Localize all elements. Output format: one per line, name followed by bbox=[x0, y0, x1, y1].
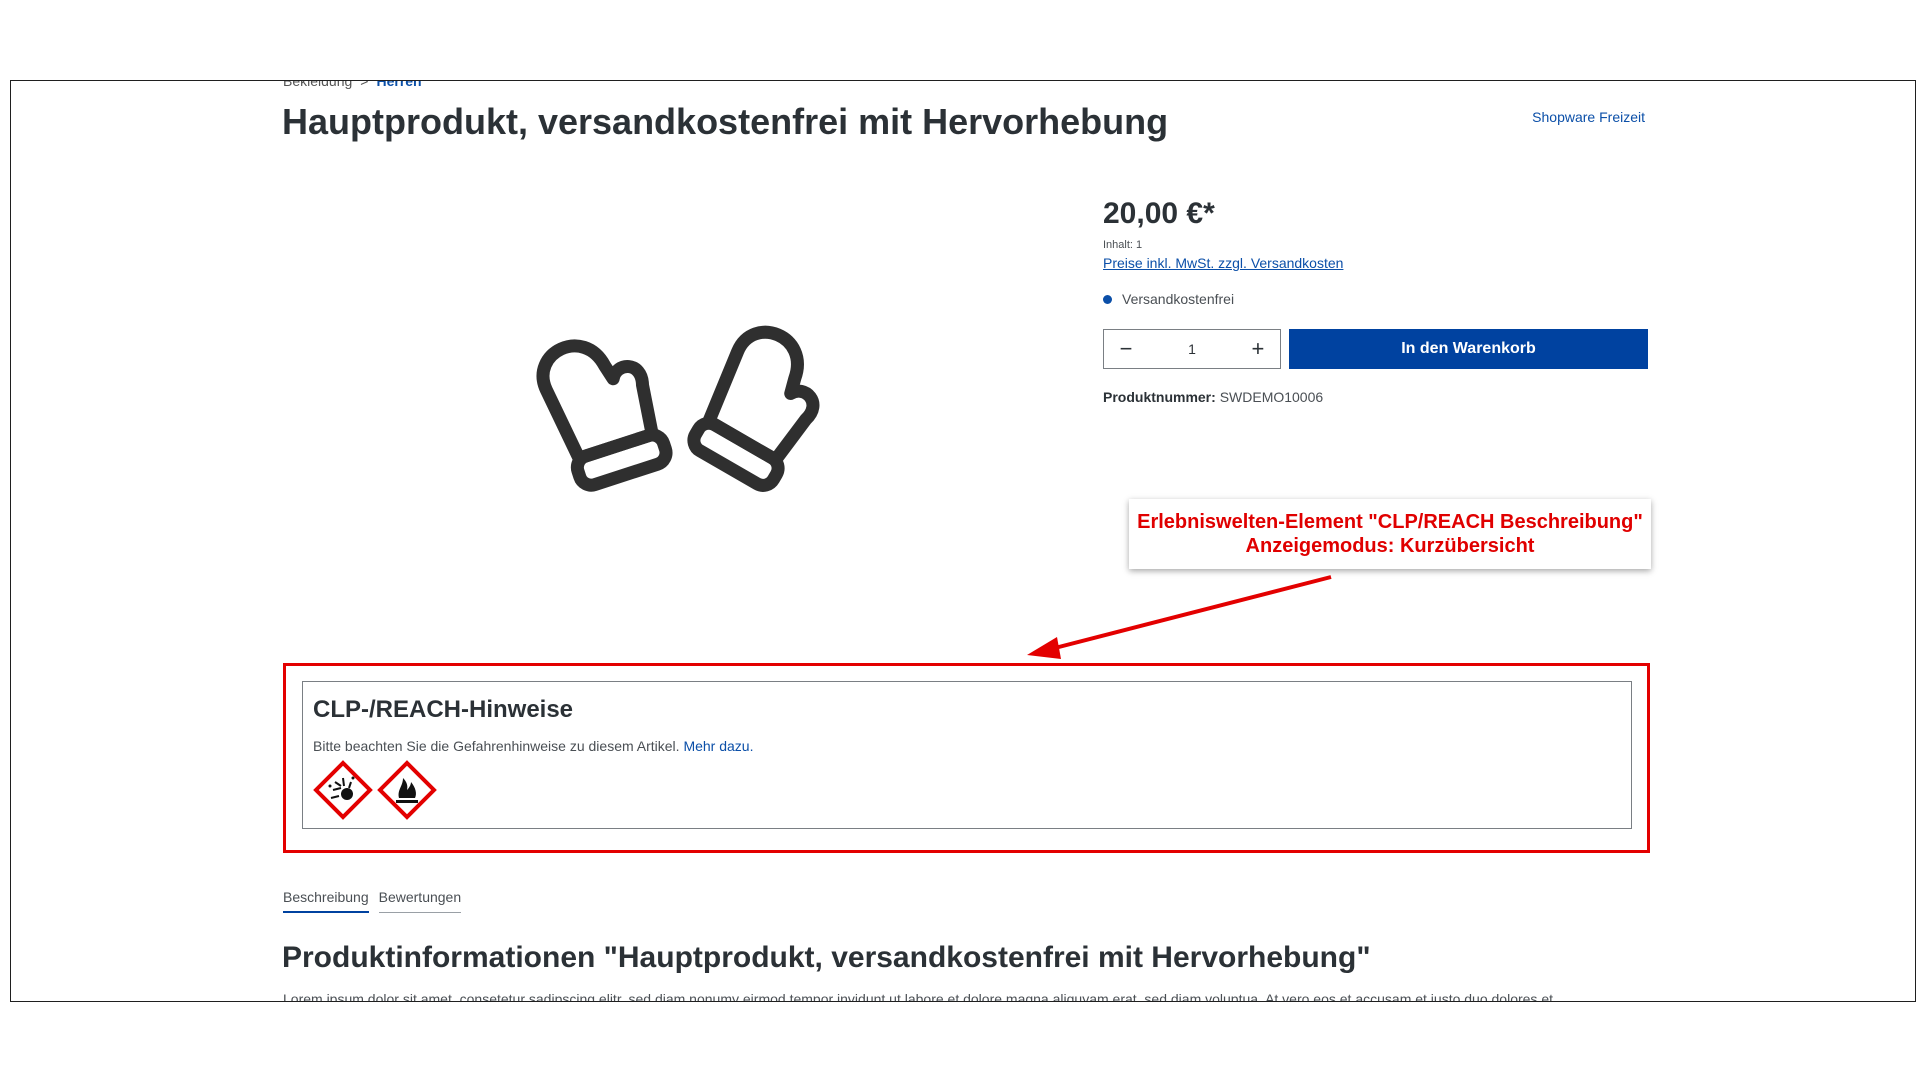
buy-box: 20,00 €* Inhalt: 1 Preise inkl. MwSt. zz… bbox=[1103, 197, 1648, 405]
quantity-input[interactable]: 1 bbox=[1188, 341, 1196, 357]
clp-more-link[interactable]: Mehr dazu. bbox=[683, 738, 753, 754]
product-number-value: SWDEMO10006 bbox=[1219, 389, 1324, 405]
product-number: Produktnummer: SWDEMO10006 bbox=[1103, 389, 1648, 405]
flammable-pictogram-icon bbox=[377, 760, 437, 820]
product-number-label: Produktnummer: bbox=[1103, 389, 1216, 405]
tax-shipping-link[interactable]: Preise inkl. MwSt. zzgl. Versandkosten bbox=[1103, 255, 1343, 271]
clp-reach-element: CLP-/REACH-Hinweise Bitte beachten Sie d… bbox=[302, 681, 1632, 829]
explosive-pictogram-icon bbox=[313, 760, 373, 820]
clp-title: CLP-/REACH-Hinweise bbox=[313, 696, 574, 723]
mittens-icon bbox=[536, 325, 820, 492]
hazard-pictograms bbox=[313, 760, 1621, 820]
annotation-line-1: Erlebniswelten-Element "CLP/REACH Beschr… bbox=[1137, 511, 1643, 533]
add-to-cart-button[interactable]: In den Warenkorb bbox=[1289, 329, 1648, 369]
delivery-status-dot-icon bbox=[1103, 294, 1112, 304]
breadcrumb: Bekleidung > Herren bbox=[283, 80, 422, 89]
browser-viewport: Bekleidung > Herren Hauptprodukt, versandk… bbox=[10, 80, 1916, 1002]
quantity-stepper: − 1 + bbox=[1103, 329, 1281, 369]
description-title: Produktinformationen "Hauptprodukt, vers… bbox=[282, 941, 1371, 974]
tab-reviews[interactable]: Bewertungen bbox=[378, 889, 462, 913]
breadcrumb-parent[interactable]: Bekleidung bbox=[283, 81, 352, 89]
manufacturer-link[interactable]: Shopware Freizeit bbox=[1532, 109, 1645, 125]
product-detail-tabs: Beschreibung Bewertungen bbox=[283, 889, 462, 913]
plus-icon[interactable]: + bbox=[1248, 338, 1268, 360]
breadcrumb-separator: > bbox=[360, 80, 369, 89]
product-price: 20,00 €* bbox=[1103, 197, 1215, 230]
buy-row: − 1 + In den Warenkorb bbox=[1103, 329, 1648, 369]
clp-text-row: Bitte beachten Sie die Gefahrenhinweise … bbox=[313, 738, 1621, 754]
page-title: Hauptprodukt, versandkostenfrei mit Herv… bbox=[282, 101, 1169, 142]
product-image[interactable] bbox=[511, 311, 851, 511]
description-text: Lorem ipsum dolor sit amet, consetetur s… bbox=[283, 991, 1554, 1002]
annotation-line-2: Anzeigemodus: Kurzübersicht bbox=[1245, 535, 1535, 557]
breadcrumb-current[interactable]: Herren bbox=[376, 81, 421, 89]
delivery-info-text: Versandkostenfrei bbox=[1122, 291, 1235, 307]
delivery-info: Versandkostenfrei bbox=[1103, 291, 1648, 307]
minus-icon[interactable]: − bbox=[1116, 338, 1136, 360]
annotation-callout: Erlebniswelten-Element "CLP/REACH Beschr… bbox=[1129, 499, 1651, 569]
clp-text: Bitte beachten Sie die Gefahrenhinweise … bbox=[313, 738, 680, 754]
tab-description[interactable]: Beschreibung bbox=[283, 889, 369, 913]
content-unit: Inhalt: 1 bbox=[1103, 239, 1143, 251]
